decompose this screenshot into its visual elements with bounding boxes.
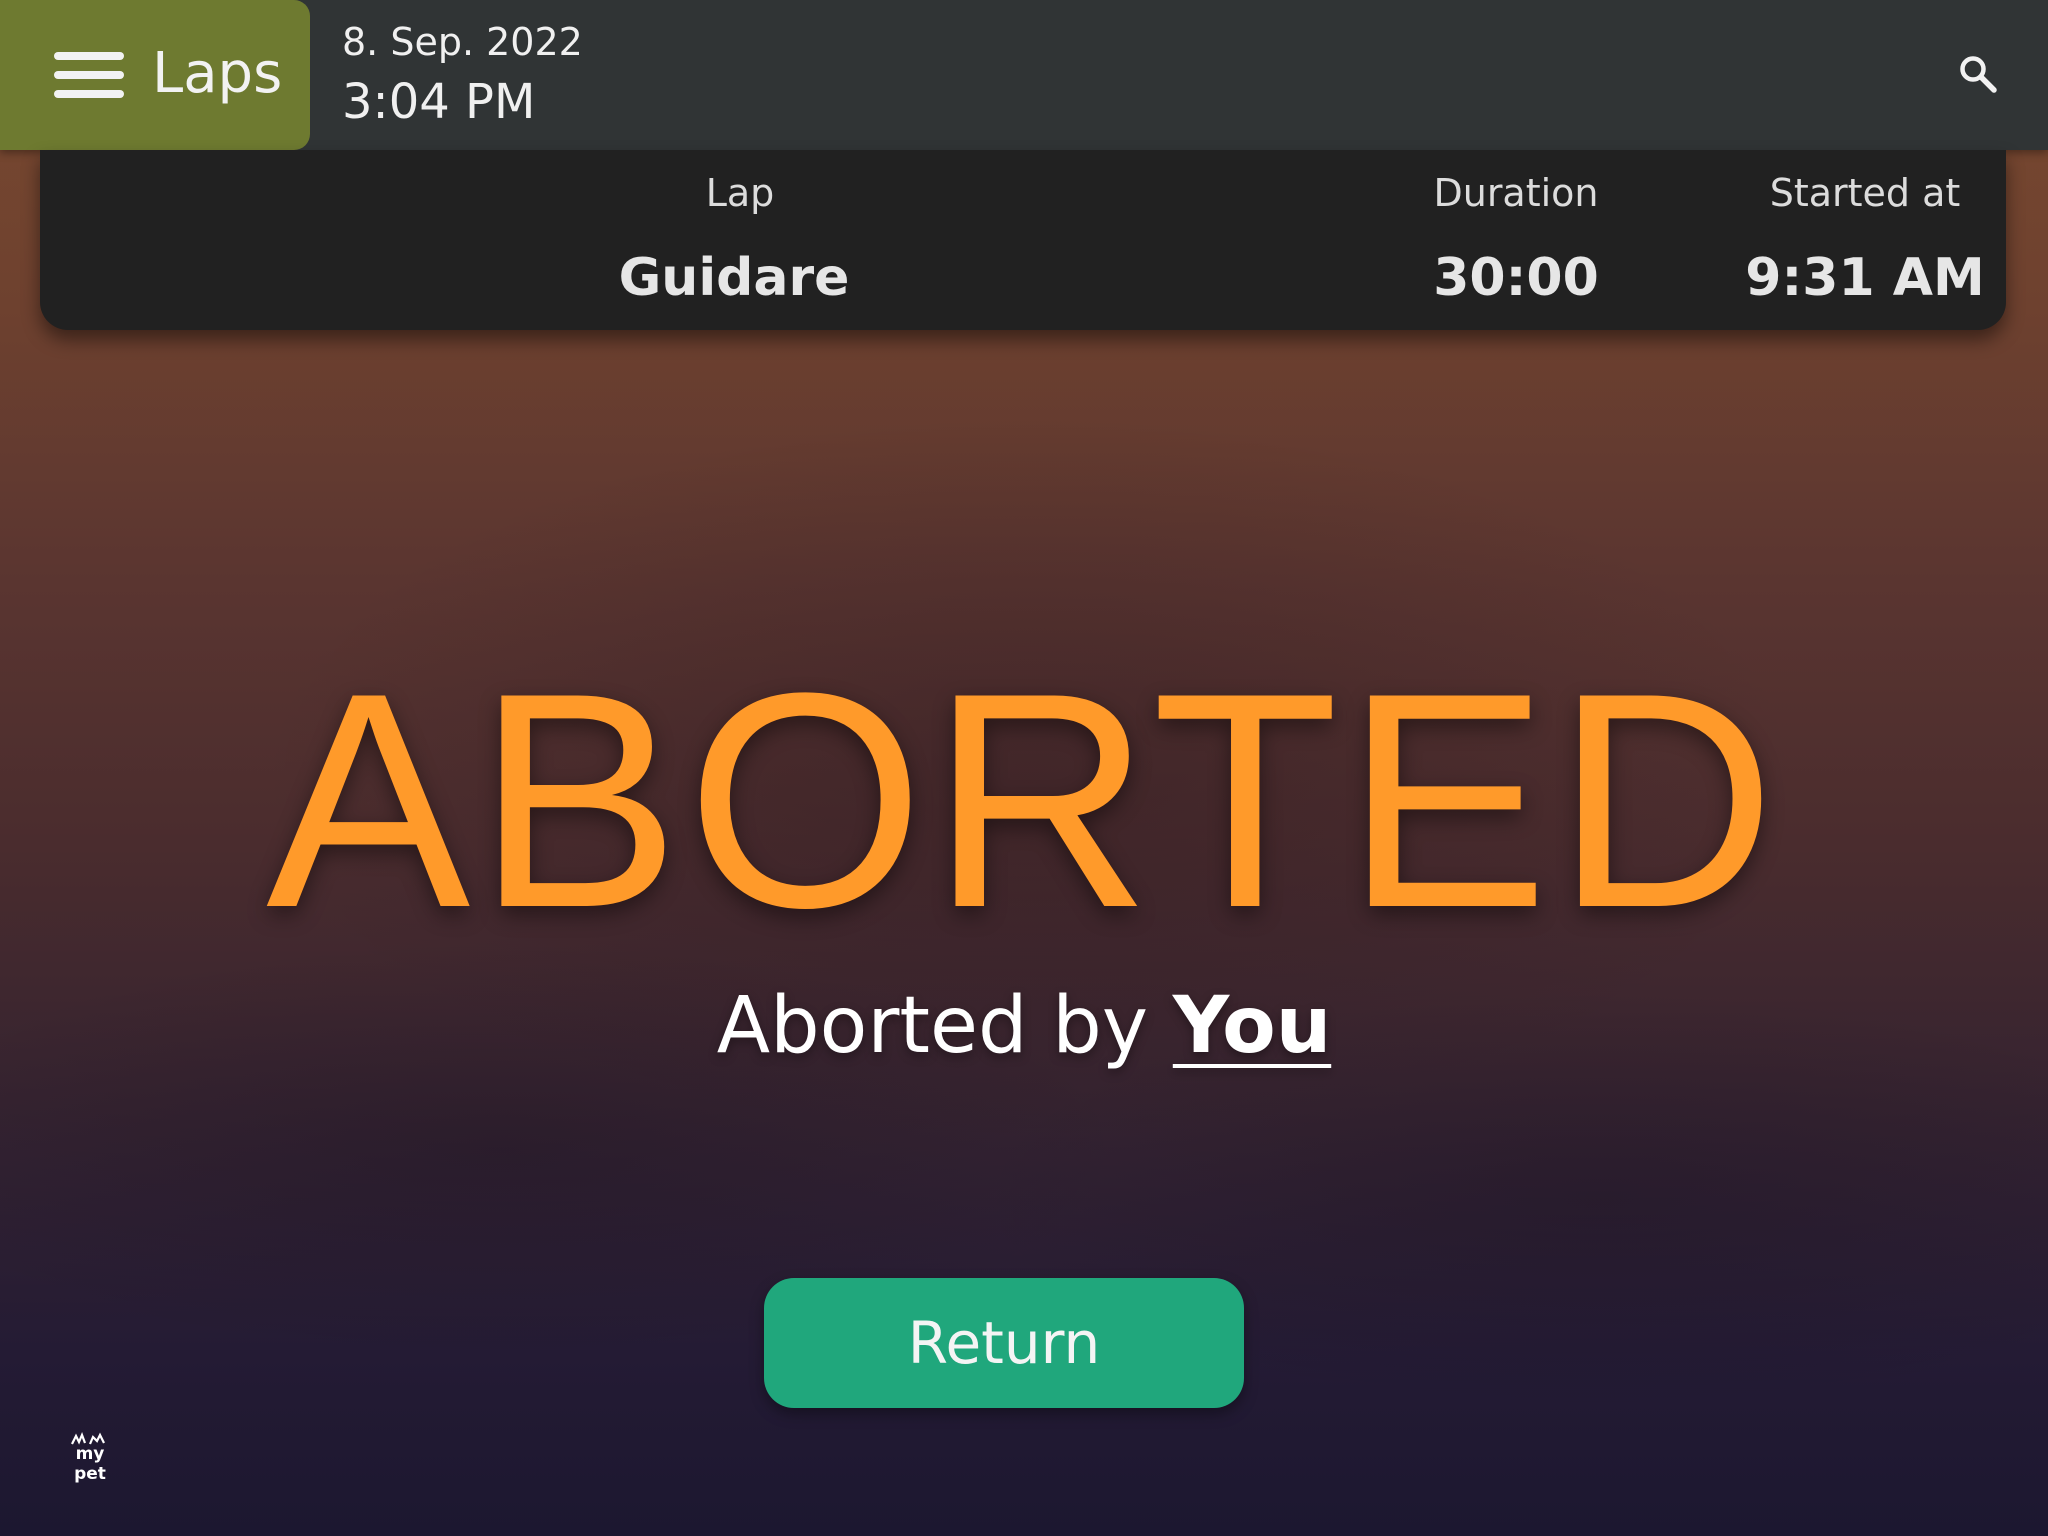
- aborted-by-label: Aborted by: [716, 981, 1148, 1071]
- hamburger-menu-icon[interactable]: [54, 50, 124, 100]
- app-logo: my pet: [60, 1432, 120, 1484]
- lap-info-card: Lap Guidare Duration 30:00 Started at 9:…: [40, 150, 2006, 330]
- menu-icon-bar: [54, 90, 124, 98]
- app-title: Laps: [152, 41, 283, 106]
- started-at-column-header: Started at: [1769, 171, 1961, 215]
- current-time: 3:04 PM: [342, 74, 536, 130]
- duration-value: 30:00: [1433, 248, 1599, 308]
- menu-icon-bar: [54, 52, 124, 60]
- current-date: 8. Sep. 2022: [342, 20, 583, 64]
- logo-text: my pet: [74, 1444, 106, 1484]
- nav-drawer-toggle-area[interactable]: Laps: [0, 0, 310, 150]
- return-button[interactable]: Return: [764, 1278, 1244, 1408]
- status-title: ABORTED: [266, 629, 1782, 971]
- search-icon[interactable]: [1958, 54, 1998, 94]
- started-at-value: 9:31 AM: [1745, 248, 1985, 308]
- lap-name-value: Guidare: [618, 248, 850, 308]
- lap-column-header: Lap: [705, 171, 775, 215]
- menu-icon-bar: [54, 71, 124, 79]
- duration-column-header: Duration: [1433, 171, 1599, 215]
- aborted-by-user-link[interactable]: You: [1173, 981, 1331, 1071]
- status-subtitle: Aborted by You: [0, 978, 2048, 1074]
- top-app-bar: Laps 8. Sep. 2022 3:04 PM: [0, 0, 2048, 150]
